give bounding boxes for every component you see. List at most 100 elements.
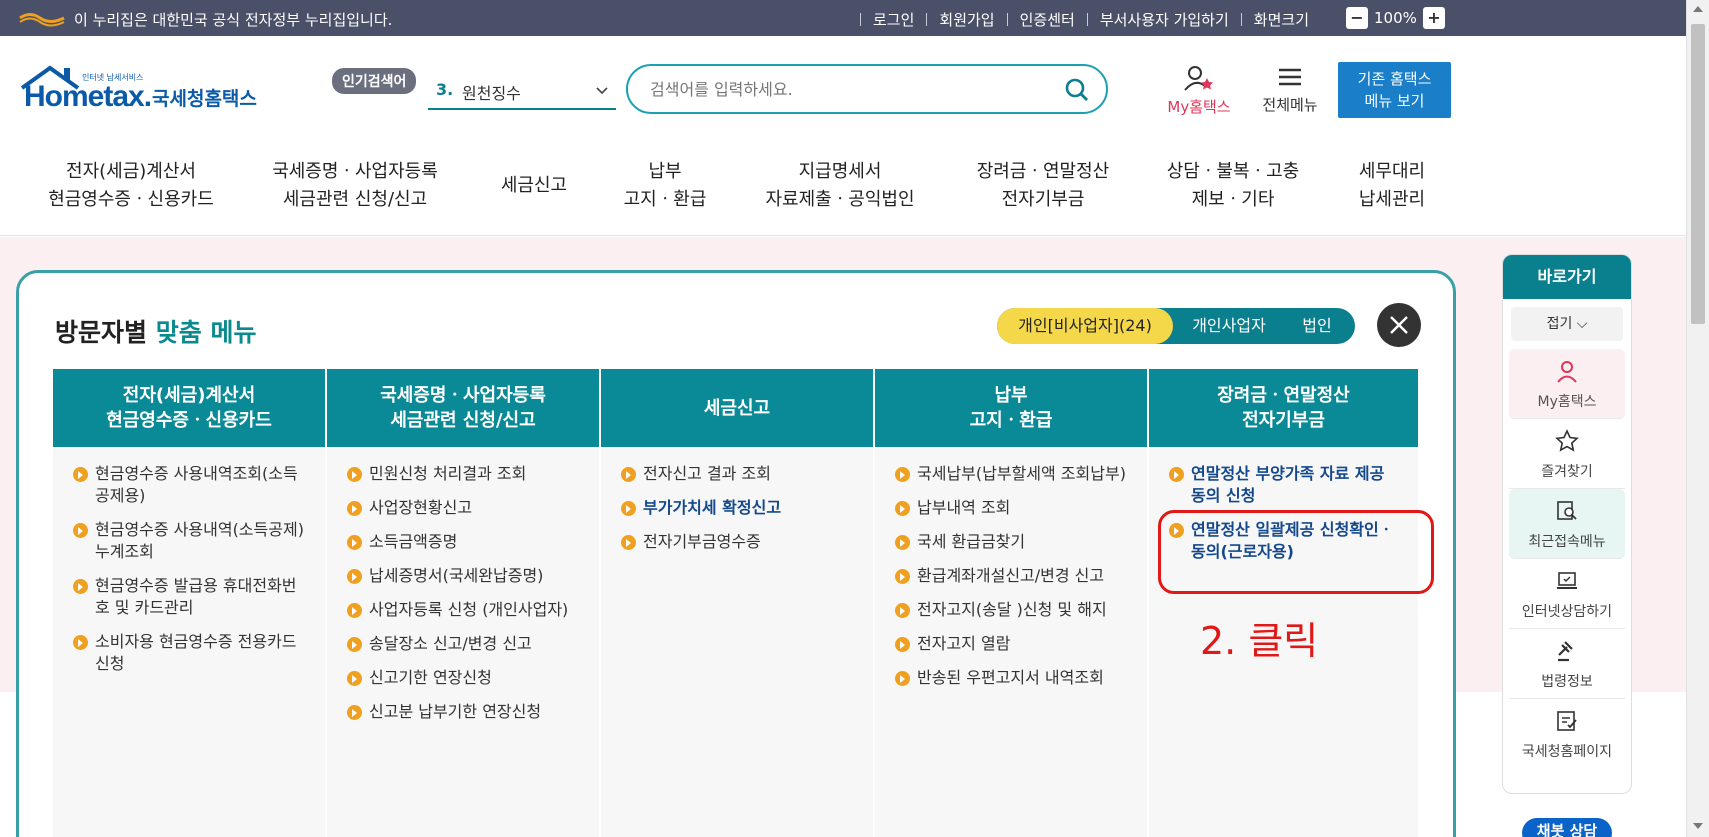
column-header: 납부 고지ㆍ환급 [875, 369, 1147, 447]
nav-label: 자료제출ㆍ공익법인 [765, 189, 915, 210]
list-item-label: 전자고지 열람 [917, 634, 1011, 653]
cert-center-link[interactable]: 인증센터 [1020, 9, 1075, 30]
arrow-bullet-icon [347, 637, 362, 652]
list-item[interactable]: 전자신고 결과 조회 [621, 463, 859, 485]
arrow-bullet-icon [895, 603, 910, 618]
nav-payment[interactable]: 납부 고지ㆍ환급 [610, 158, 720, 214]
list-item[interactable]: 전자고지(송달 )신청 및 해지 [895, 599, 1133, 621]
zoom-out-button[interactable]: − [1346, 7, 1368, 29]
list-item[interactable]: 전자기부금영수증 [621, 531, 859, 553]
close-panel-button[interactable] [1377, 303, 1421, 347]
list-item-label: 국세납부(납부할세액 조회납부) [917, 464, 1126, 483]
all-menu-button[interactable]: 전체메뉴 [1252, 64, 1328, 115]
search-icon[interactable] [1064, 77, 1090, 103]
nav-payment-statements[interactable]: 지급명세서 자료제출ㆍ공익법인 [756, 158, 924, 214]
arrow-bullet-icon [73, 579, 88, 594]
arrow-bullet-icon [895, 501, 910, 516]
list-item[interactable]: 연말정산 부양가족 자료 제공 동의 신청 [1169, 463, 1404, 507]
list-item[interactable]: 사업장현황신고 [347, 497, 585, 519]
list-item-label: 전자고지(송달 )신청 및 해지 [917, 600, 1107, 619]
dept-user-signup-link[interactable]: 부서사용자 가입하기 [1100, 9, 1229, 30]
scroll-down-icon[interactable] [1693, 823, 1703, 829]
list-item[interactable]: 국세납부(납부할세액 조회납부) [895, 463, 1133, 485]
logo-korean-name: 국세청홈택스 [152, 88, 257, 110]
nav-label: 납세관리 [1358, 189, 1426, 210]
list-item[interactable]: 현금영수증 사용내역(소득공제)누계조회 [73, 519, 311, 563]
top-links: 로그인 회원가입 인증센터 부서사용자 가입하기 화면크기 [848, 9, 1309, 30]
user-star-icon [1184, 66, 1213, 91]
list-item-label: 신고기한 연장신청 [369, 668, 492, 687]
list-item[interactable]: 부가가치세 확정신고 [621, 497, 859, 519]
scroll-up-icon[interactable] [1693, 6, 1703, 12]
list-item[interactable]: 송달장소 신고/변경 신고 [347, 633, 585, 655]
list-item[interactable]: 신고분 납부기한 연장신청 [347, 701, 585, 723]
zoom-in-button[interactable]: + [1422, 7, 1445, 29]
list-item[interactable]: 국세 환급금찾기 [895, 531, 1133, 553]
arrow-bullet-icon [347, 671, 362, 686]
panel-title-a: 방문자별 [55, 318, 148, 347]
tab-individual-business[interactable]: 개인사업자 [1177, 308, 1281, 344]
all-menu-label: 전체메뉴 [1262, 96, 1318, 114]
column-header: 장려금ㆍ연말정산 전자기부금 [1149, 369, 1418, 447]
old-hometax-menu-button[interactable]: 기존 홈택스 메뉴 보기 [1338, 62, 1451, 118]
page-scrollbar[interactable] [1686, 0, 1709, 837]
column-header: 국세증명ㆍ사업자등록 세금관련 신청/신고 [327, 369, 599, 447]
nav-label: 제보ㆍ기타 [1191, 189, 1275, 210]
scroll-thumb[interactable] [1691, 24, 1705, 324]
list-item[interactable]: 전자고지 열람 [895, 633, 1133, 655]
close-icon [1390, 316, 1408, 334]
quick-recent-menu[interactable]: 최근접속메뉴 [1509, 489, 1625, 559]
column-header-l1: 국세증명ㆍ사업자등록 [380, 385, 546, 406]
click-annotation: 2. 클릭 [1200, 619, 1319, 663]
hamburger-icon [1279, 68, 1301, 86]
list-item[interactable]: 반송된 우편고지서 내역조회 [895, 667, 1133, 689]
fold-button[interactable]: 접기 ⌵ [1511, 307, 1623, 341]
signup-link[interactable]: 회원가입 [939, 9, 994, 30]
list-item-label: 소비자용 현금영수증 전용카드 신청 [95, 632, 297, 673]
search-input[interactable] [650, 78, 1050, 100]
nav-e-invoice[interactable]: 전자(세금)계산서 현금영수증ㆍ신용카드 [38, 158, 224, 214]
list-item-label: 민원신청 처리결과 조회 [369, 464, 527, 483]
list-item[interactable]: 사업자등록 신청 (개인사업자) [347, 599, 585, 621]
arrow-bullet-icon [347, 705, 362, 720]
arrow-bullet-icon [347, 569, 362, 584]
column-header-l2: 고지ㆍ환급 [969, 410, 1053, 431]
chatbot-button[interactable]: 채봇 상담 [1522, 818, 1612, 837]
quick-my-hometax[interactable]: My홈택스 [1509, 349, 1625, 419]
nav-incentive-year-end[interactable]: 장려금ㆍ연말정산 전자기부금 [962, 158, 1124, 214]
list-item[interactable]: 신고기한 연장신청 [347, 667, 585, 689]
quick-law-info[interactable]: 법령정보 [1509, 629, 1625, 699]
list-item-label: 소득금액증명 [369, 532, 458, 551]
gov-notice-text: 이 누리집은 대한민국 공식 전자정부 누리집입니다. [74, 11, 393, 29]
list-item[interactable]: 납세증명서(국세완납증명) [347, 565, 585, 587]
panel-title-b: 맞춤 메뉴 [155, 318, 257, 347]
list-item[interactable]: 현금영수증 발급용 휴대전화번호 및 카드관리 [73, 575, 311, 619]
nav-consulting[interactable]: 상담ㆍ불복ㆍ고충 제보ㆍ기타 [1158, 158, 1308, 214]
tab-corporation[interactable]: 법인 [1285, 308, 1349, 344]
arrow-bullet-icon [347, 501, 362, 516]
login-link[interactable]: 로그인 [873, 9, 914, 30]
my-hometax-button[interactable]: My홈택스 [1160, 64, 1238, 117]
gov-notice-bar: 이 누리집은 대한민국 공식 전자정부 누리집입니다. 로그인 회원가입 인증센… [0, 0, 1686, 36]
quick-nts-homepage[interactable]: 국세청홈페이지 [1509, 699, 1625, 769]
nav-tax-agent[interactable]: 세무대리 납세관리 [1344, 158, 1440, 214]
visitor-type-tabs: 개인[비사업자](24) 개인사업자 법인 [997, 308, 1355, 344]
popular-search-select[interactable]: 3. 원천징수 [428, 74, 616, 110]
zoom-controls: − 100% + [1346, 7, 1445, 29]
list-item[interactable]: 납부내역 조회 [895, 497, 1133, 519]
nav-label: 상담ㆍ불복ㆍ고충 [1166, 161, 1300, 182]
arrow-bullet-icon [895, 535, 910, 550]
quick-online-consult[interactable]: 인터넷상담하기 [1509, 559, 1625, 629]
hometax-logo[interactable]: 인터넷 납세서비스 Hometax. 국세청홈택스 [18, 62, 258, 122]
nav-tax-filing[interactable]: 세금신고 [486, 172, 582, 200]
list-item[interactable]: 현금영수증 사용내역조회(소득공제용) [73, 463, 311, 507]
list-item[interactable]: 소득금액증명 [347, 531, 585, 553]
tab-individual-nonbusiness[interactable]: 개인[비사업자](24) [997, 308, 1173, 344]
arrow-bullet-icon [1169, 467, 1184, 482]
quick-favorites[interactable]: 즐겨찾기 [1509, 419, 1625, 489]
list-item[interactable]: 환급계좌개설신고/변경 신고 [895, 565, 1133, 587]
list-item[interactable]: 소비자용 현금영수증 전용카드 신청 [73, 631, 311, 675]
egov-logo-icon [19, 13, 65, 27]
list-item[interactable]: 민원신청 처리결과 조회 [347, 463, 585, 485]
nav-certificates[interactable]: 국세증명ㆍ사업자등록 세금관련 신청/신고 [262, 158, 448, 214]
